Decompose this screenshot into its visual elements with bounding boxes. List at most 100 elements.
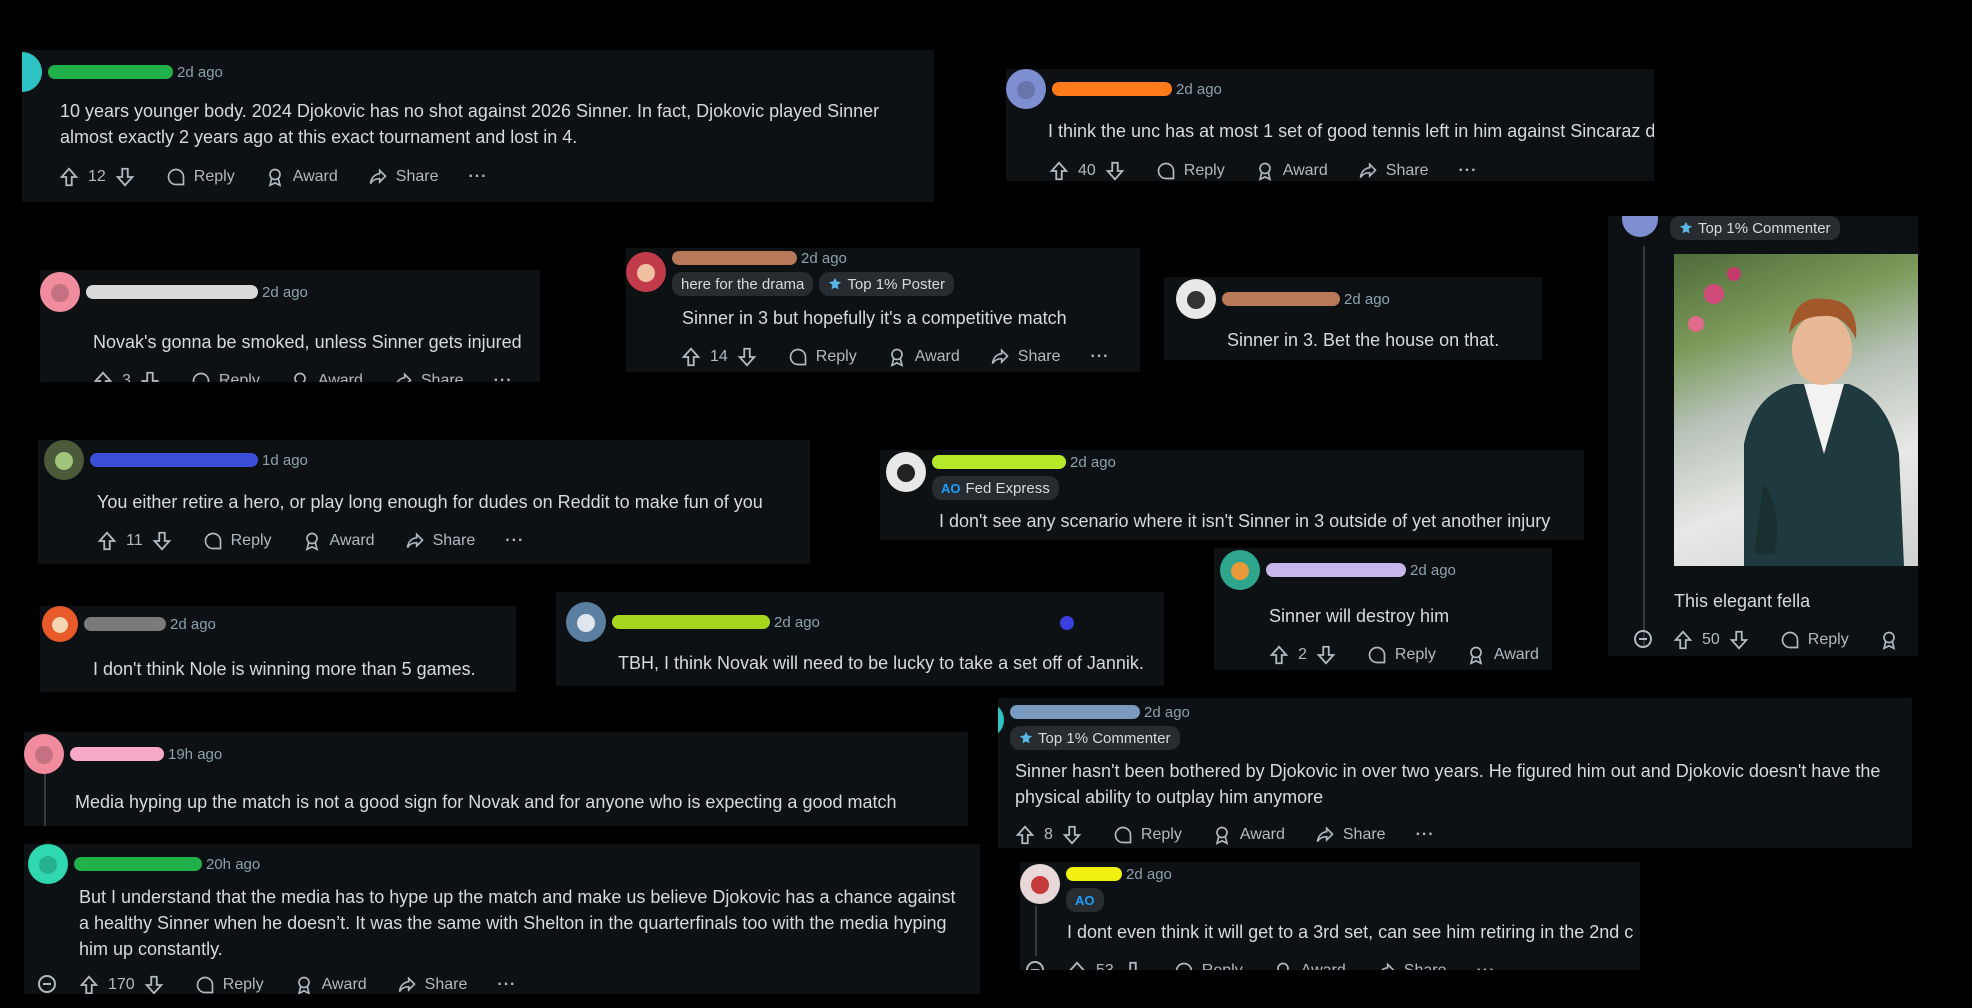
comment-text: Sinner in 3 but hopefully it's a competi… xyxy=(682,308,1067,328)
user-avatar[interactable] xyxy=(22,52,42,92)
arrow-down-icon[interactable] xyxy=(1061,824,1083,846)
more-options-button[interactable]: ··· xyxy=(494,372,513,382)
user-avatar[interactable] xyxy=(886,452,926,492)
more-options-button[interactable]: ··· xyxy=(468,168,487,186)
arrow-up-icon[interactable] xyxy=(1066,960,1088,970)
arrow-down-icon[interactable] xyxy=(151,530,173,552)
share-button[interactable]: Share xyxy=(393,371,464,382)
vote-control: 3 xyxy=(92,370,161,382)
user-avatar[interactable] xyxy=(1020,864,1060,904)
more-options-button[interactable]: ··· xyxy=(1476,962,1495,970)
reply-button[interactable]: Reply xyxy=(1367,645,1436,665)
arrow-up-icon[interactable] xyxy=(1268,644,1290,666)
award-button[interactable]: Award xyxy=(1255,161,1328,181)
reply-label: Reply xyxy=(1394,646,1436,663)
award-button[interactable]: Award xyxy=(265,167,338,187)
vote-count: 170 xyxy=(108,976,135,993)
reply-label: Reply xyxy=(815,348,857,365)
arrow-up-icon[interactable] xyxy=(78,974,100,994)
ellipsis-icon: ··· xyxy=(505,532,525,549)
arrow-down-icon[interactable] xyxy=(1315,644,1337,666)
user-avatar[interactable] xyxy=(626,252,666,292)
share-button[interactable]: Share xyxy=(397,975,467,994)
arrow-up-icon[interactable] xyxy=(96,530,118,552)
award-button[interactable]: Award xyxy=(294,975,367,994)
user-avatar[interactable] xyxy=(566,602,606,642)
reply-button[interactable]: Reply xyxy=(195,975,264,994)
arrow-down-icon[interactable] xyxy=(736,346,758,368)
more-options-button[interactable]: ··· xyxy=(505,532,524,550)
attached-photo[interactable] xyxy=(1674,254,1918,566)
arrow-down-icon[interactable] xyxy=(143,974,165,994)
redacted-username xyxy=(1266,563,1406,577)
reply-button[interactable]: Reply xyxy=(1156,161,1225,181)
arrow-down-icon[interactable] xyxy=(139,370,161,382)
user-avatar[interactable] xyxy=(1220,550,1260,590)
comment-text: Novak's gonna be smoked, unless Sinner g… xyxy=(93,332,522,352)
award-button[interactable]: Award xyxy=(1273,961,1346,970)
collapse-minus-icon[interactable] xyxy=(1026,961,1044,970)
arrow-down-icon[interactable] xyxy=(1122,960,1144,970)
reply-button[interactable]: Reply xyxy=(203,531,272,551)
reply-button[interactable]: Reply xyxy=(166,167,235,187)
user-avatar[interactable] xyxy=(1176,279,1216,319)
arrow-down-icon[interactable] xyxy=(114,166,136,188)
arrow-up-icon[interactable] xyxy=(1048,160,1070,181)
arrow-up-icon[interactable] xyxy=(1014,824,1036,846)
more-options-button[interactable]: ··· xyxy=(1416,826,1435,844)
arrow-down-icon[interactable] xyxy=(1104,160,1126,181)
more-options-button[interactable]: ··· xyxy=(1458,162,1477,180)
reply-button[interactable]: Reply xyxy=(1174,961,1243,970)
arrow-up-icon[interactable] xyxy=(58,166,80,188)
share-button[interactable]: Share xyxy=(990,347,1060,367)
reply-button[interactable]: Reply xyxy=(1780,630,1849,650)
badge-icon xyxy=(829,277,842,290)
share-label: Share xyxy=(420,372,464,382)
share-button[interactable]: Share xyxy=(1315,825,1386,845)
award-button[interactable]: Award xyxy=(1466,645,1539,665)
reply-label: Reply xyxy=(222,976,264,993)
badge-icon xyxy=(1019,731,1033,744)
user-avatar[interactable] xyxy=(998,702,1004,738)
ellipsis-icon: ··· xyxy=(468,168,488,185)
comment-card: 2d ago I think the unc has at most 1 set… xyxy=(1006,69,1654,181)
award-button[interactable] xyxy=(1879,630,1907,650)
flair-label: Top 1% Commenter xyxy=(1038,729,1171,747)
award-button[interactable]: Award xyxy=(887,347,960,367)
comment-card: 2d ago Sinner will destroy him 2 Reply A… xyxy=(1214,548,1552,670)
user-avatar[interactable] xyxy=(1622,216,1658,237)
share-button[interactable]: Share xyxy=(1358,161,1428,181)
share-arrow-icon xyxy=(1359,162,1377,179)
flair-label: Top 1% Poster xyxy=(847,275,945,293)
award-button[interactable]: Award xyxy=(290,371,363,382)
speech-bubble-icon xyxy=(167,168,185,186)
reply-button[interactable]: Reply xyxy=(191,371,260,382)
user-avatar[interactable] xyxy=(44,440,84,480)
user-avatar[interactable] xyxy=(40,272,80,312)
award-button[interactable]: Award xyxy=(1212,825,1285,845)
user-avatar[interactable] xyxy=(42,606,78,642)
more-options-button[interactable]: ··· xyxy=(1090,348,1109,366)
reply-button[interactable]: Reply xyxy=(1113,825,1182,845)
share-button[interactable]: Share xyxy=(368,167,438,187)
share-label: Share xyxy=(1342,826,1386,843)
more-options-button[interactable]: ··· xyxy=(497,976,516,994)
ao-logo-icon: AO xyxy=(1075,892,1095,908)
collapse-minus-icon[interactable] xyxy=(1634,630,1652,648)
reply-button[interactable]: Reply xyxy=(788,347,857,367)
user-avatar[interactable] xyxy=(1006,69,1046,109)
arrow-up-icon[interactable] xyxy=(1672,629,1694,651)
arrow-up-icon[interactable] xyxy=(92,370,114,382)
arrow-down-icon[interactable] xyxy=(1728,629,1750,651)
collapse-minus-icon[interactable] xyxy=(38,975,56,993)
award-label: Award xyxy=(329,532,375,549)
speech-bubble-icon xyxy=(1114,826,1132,844)
redacted-username xyxy=(1052,82,1172,96)
user-avatar[interactable] xyxy=(24,734,64,774)
share-button[interactable]: Share xyxy=(405,531,475,551)
share-button[interactable]: Share xyxy=(1376,961,1446,970)
arrow-up-icon[interactable] xyxy=(680,346,702,368)
award-button[interactable]: Award xyxy=(302,531,375,551)
comment-card: 2d ago Sinner in 3. Bet the house on tha… xyxy=(1164,277,1542,360)
user-avatar[interactable] xyxy=(28,844,68,884)
